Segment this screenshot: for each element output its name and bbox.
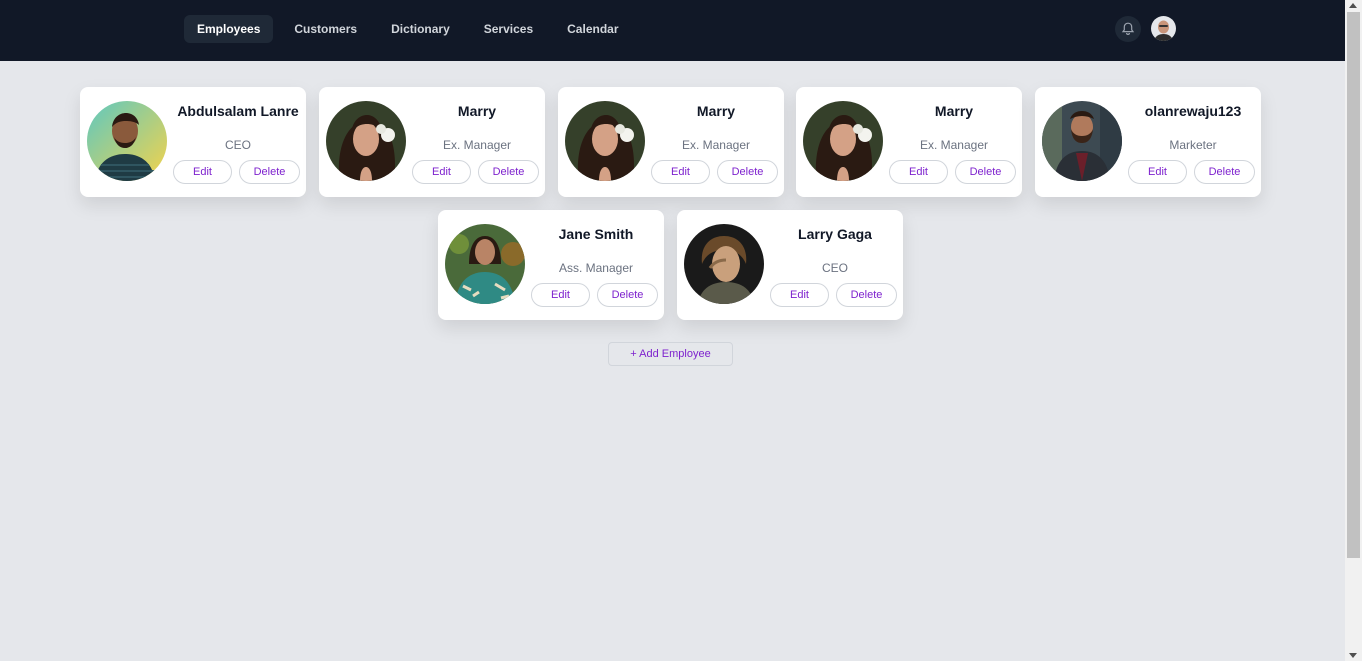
employee-card: Marry Ex. Manager Edit Delete <box>319 87 545 197</box>
add-employee-button[interactable]: + Add Employee <box>608 342 733 366</box>
employee-avatar <box>445 224 525 304</box>
scrollbar-thumb[interactable] <box>1347 12 1360 558</box>
employee-name: Jane Smith <box>558 226 634 242</box>
employee-name: Abdulsalam Lanre <box>177 103 299 119</box>
employee-name: Marry <box>696 103 736 119</box>
bell-icon[interactable] <box>1115 16 1141 42</box>
employee-card: Marry Ex. Manager Edit Delete <box>796 87 1022 197</box>
delete-button[interactable]: Delete <box>955 160 1016 184</box>
employee-avatar <box>803 101 883 181</box>
employee-role: Ass. Manager <box>558 261 634 275</box>
tab-employees[interactable]: Employees <box>184 15 274 43</box>
employee-card: Jane Smith Ass. Manager Edit Delete <box>438 210 664 320</box>
nav-tabs: Employees Customers Dictionary Services … <box>184 15 632 43</box>
employee-role: Marketer <box>1169 138 1217 152</box>
employee-avatar <box>1042 101 1122 181</box>
employee-avatar <box>326 101 406 181</box>
delete-button[interactable]: Delete <box>239 160 300 184</box>
employee-avatar <box>684 224 764 304</box>
edit-button[interactable]: Edit <box>412 160 471 184</box>
edit-button[interactable]: Edit <box>889 160 948 184</box>
employee-name: Marry <box>457 103 497 119</box>
employee-role: Ex. Manager <box>681 138 751 152</box>
employee-card: Larry Gaga CEO Edit Delete <box>677 210 903 320</box>
edit-button[interactable]: Edit <box>770 283 829 307</box>
edit-button[interactable]: Edit <box>173 160 232 184</box>
scroll-up-arrow-icon[interactable] <box>1349 3 1357 8</box>
tab-dictionary[interactable]: Dictionary <box>378 15 463 43</box>
scroll-down-arrow-icon[interactable] <box>1349 653 1357 658</box>
delete-button[interactable]: Delete <box>717 160 778 184</box>
tab-customers[interactable]: Customers <box>281 15 370 43</box>
edit-button[interactable]: Edit <box>651 160 710 184</box>
tab-calendar[interactable]: Calendar <box>554 15 631 43</box>
employee-card: Abdulsalam Lanre CEO Edit Delete <box>80 87 306 197</box>
edit-button[interactable]: Edit <box>531 283 590 307</box>
employee-avatar <box>87 101 167 181</box>
employee-name: Marry <box>934 103 974 119</box>
employee-name: Larry Gaga <box>798 226 872 242</box>
employee-card: olanrewaju123 Marketer Edit Delete <box>1035 87 1261 197</box>
employee-name: olanrewaju123 <box>1144 103 1242 119</box>
tab-services[interactable]: Services <box>471 15 546 43</box>
user-avatar[interactable] <box>1151 16 1176 41</box>
employee-role: CEO <box>224 138 251 152</box>
employee-role: Ex. Manager <box>919 138 989 152</box>
top-navbar: Employees Customers Dictionary Services … <box>0 0 1345 61</box>
delete-button[interactable]: Delete <box>597 283 658 307</box>
delete-button[interactable]: Delete <box>1194 160 1255 184</box>
edit-button[interactable]: Edit <box>1128 160 1187 184</box>
vertical-scrollbar[interactable] <box>1345 0 1362 661</box>
employee-role: Ex. Manager <box>442 138 512 152</box>
employee-role: CEO <box>821 261 848 275</box>
delete-button[interactable]: Delete <box>836 283 897 307</box>
employee-card: Marry Ex. Manager Edit Delete <box>558 87 784 197</box>
employee-avatar <box>565 101 645 181</box>
delete-button[interactable]: Delete <box>478 160 539 184</box>
